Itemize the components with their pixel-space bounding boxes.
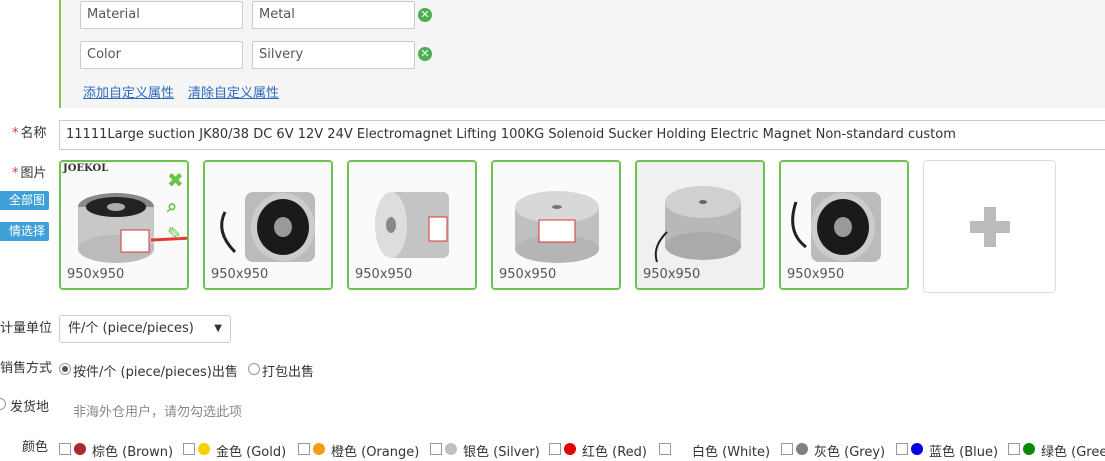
image-size-label: 950x950 (643, 267, 701, 282)
color-option-label: 金色 (Gold) (216, 445, 287, 460)
color-checkbox-grey[interactable] (781, 443, 793, 455)
add-custom-attribute-link[interactable]: 添加自定义属性 (83, 82, 174, 101)
clear-custom-attribute-link[interactable]: 清除自定义属性 (188, 82, 279, 101)
color-checkbox-green[interactable] (1008, 443, 1020, 455)
ship-from-hint: 非海外仓用户，请勿勾选此项 (73, 405, 243, 420)
image-size-label: 950x950 (787, 267, 845, 282)
ship-from-checkbox[interactable] (0, 398, 6, 410)
color-checkbox-brown[interactable] (59, 443, 71, 455)
name-label: * 名称 (12, 126, 47, 141)
color-option-label: 灰色 (Grey) (814, 445, 886, 460)
color-swatch (313, 443, 325, 455)
color-option-label: 棕色 (Brown) (92, 445, 174, 460)
product-image-thumb[interactable]: 950x950 (779, 160, 909, 290)
color-checkbox-orange[interactable] (298, 443, 310, 455)
image-size-label: 950x950 (67, 267, 125, 282)
brand-logo: JOEKOL (63, 163, 109, 174)
attr-value-input[interactable]: Metal (252, 1, 415, 29)
remove-attribute-icon[interactable]: ✕ (418, 47, 432, 61)
color-option-label: 橙色 (Orange) (331, 445, 420, 460)
product-image-thumb[interactable]: JOEKOL ✖ ⌕ ✎ 950x950 (59, 160, 189, 290)
zoom-image-icon[interactable]: ⌕ (167, 196, 177, 217)
edit-image-icon[interactable]: ✎ (167, 224, 182, 245)
color-checkbox-red[interactable] (549, 443, 561, 455)
sale-option-label: 打包出售 (262, 365, 315, 380)
product-image-thumb[interactable]: 950x950 (203, 160, 333, 290)
select-images-button[interactable]: 情选择 (0, 222, 49, 241)
color-swatch (674, 443, 686, 455)
color-swatch (1023, 443, 1035, 455)
product-image-thumb[interactable]: 950x950 (491, 160, 621, 290)
sale-option-label: 按件/个 (piece/pieces)出售 (73, 365, 238, 380)
color-label: 颜色 (22, 440, 49, 455)
color-swatch (564, 443, 576, 455)
attr-name-input[interactable]: Material (80, 1, 243, 29)
color-swatch (796, 443, 808, 455)
unit-label: 计量单位 (0, 321, 53, 336)
ship-from-label: 发货地 (10, 400, 50, 415)
product-image-thumb[interactable]: 950x950 (635, 160, 765, 290)
color-option-label: 红色 (Red) (582, 445, 647, 460)
color-checkbox-silver[interactable] (430, 443, 442, 455)
all-images-button[interactable]: 全部图片 (0, 191, 49, 226)
color-option-label: 银色 (Silver) (463, 445, 540, 460)
color-checkbox-gold[interactable] (183, 443, 195, 455)
color-option-label: 绿色 (Gree (1041, 445, 1105, 460)
delete-image-icon[interactable]: ✖ (167, 168, 184, 192)
attr-value-input[interactable]: Silvery (252, 41, 415, 69)
color-swatch (445, 443, 457, 455)
product-image-thumb[interactable]: 950x950 (347, 160, 477, 290)
image-size-label: 950x950 (211, 267, 269, 282)
images-label: * 图片 (12, 166, 47, 181)
color-checkbox-blue[interactable] (896, 443, 908, 455)
color-swatch (198, 443, 210, 455)
sale-method-label: 销售方式 (0, 361, 53, 376)
sale-bundle-radio[interactable] (248, 363, 260, 375)
add-image-button[interactable] (923, 160, 1056, 293)
unit-select-value: 件/个 (piece/pieces) (68, 321, 194, 336)
color-swatch (911, 443, 923, 455)
image-size-label: 950x950 (355, 267, 413, 282)
plus-icon (970, 221, 1010, 233)
color-checkbox-white[interactable] (659, 443, 671, 455)
image-size-label: 950x950 (499, 267, 557, 282)
chevron-down-icon: ▼ (214, 323, 222, 334)
color-option-label: 白色 (White) (692, 445, 771, 460)
unit-select[interactable]: 件/个 (piece/pieces) ▼ (59, 315, 231, 343)
color-swatch (74, 443, 86, 455)
color-option-label: 蓝色 (Blue) (929, 445, 999, 460)
product-name-input[interactable]: 11111Large suction JK80/38 DC 6V 12V 24V… (59, 120, 1105, 150)
sale-per-piece-radio[interactable] (59, 363, 71, 375)
attr-name-input[interactable]: Color (80, 41, 243, 69)
remove-attribute-icon[interactable]: ✕ (418, 8, 432, 22)
